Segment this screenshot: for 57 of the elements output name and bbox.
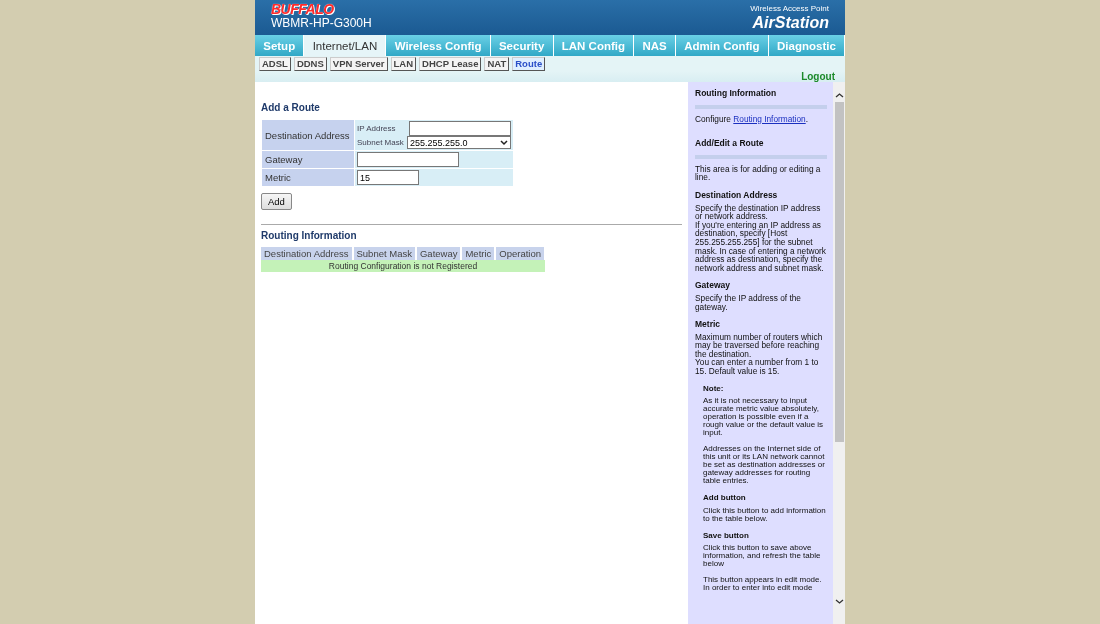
ip-input-field[interactable] — [409, 121, 511, 136]
column-header: Metric — [461, 247, 496, 260]
help-heading: Destination Address — [695, 190, 779, 200]
sub-tab[interactable]: ADSL — [259, 57, 291, 71]
column-header: Destination Address — [261, 247, 353, 260]
add-button[interactable]: Add — [261, 193, 292, 210]
nav-tab[interactable]: Internet/LAN — [304, 35, 387, 56]
sub-tab[interactable]: LAN — [390, 57, 417, 71]
help-text: You can enter a number from 1 to 15. Default value is 15. — [695, 358, 820, 376]
label-cell: Gateway — [262, 151, 354, 168]
section-title: Add a Route — [261, 102, 321, 113]
model-name: WBMR-HP-G300H — [271, 16, 372, 31]
help-text: Specify the destination IP address or network address. — [695, 203, 822, 221]
label-cell: Metric — [262, 169, 354, 186]
sub-tab[interactable]: DHCP Lease — [419, 57, 482, 71]
help-text: Maximum number of routers which may be traversed before reaching the destination. — [695, 332, 824, 359]
help-heading: Gateway — [695, 281, 731, 290]
help-text: If you're entering an IP address as destination, specify [Host 255.255.255.255] for the subnet mask. In case of entering a network address as destination, specify the network address and subnet mask. — [695, 220, 827, 273]
brand-logo: BUFFALO — [271, 2, 334, 16]
help-subheading: Save button — [703, 531, 750, 541]
help-text: Specify the IP address of the gateway. — [695, 293, 802, 312]
product-caption: Wireless Access Point — [750, 4, 829, 14]
column-header: Operation — [495, 247, 546, 260]
sub-tab[interactable]: Route — [512, 57, 546, 71]
chevron-icon — [500, 139, 508, 146]
column-header: Subnet Mask — [352, 247, 416, 260]
help-section-title: Add/Edit a Route — [695, 139, 827, 159]
sub-tab[interactable]: VPN Server — [329, 57, 388, 71]
help-subheading: Note: — [703, 384, 725, 394]
product-name: AirStation — [752, 14, 829, 32]
empty-message: Routing Configuration is not Registered — [261, 260, 546, 272]
sub-tab[interactable]: DDNS — [293, 57, 327, 71]
logout-link[interactable]: Logout — [801, 71, 835, 82]
help-text: Configure Routing Information. — [695, 113, 808, 124]
sub-tab[interactable]: NAT — [484, 57, 510, 71]
scroll-down-icon[interactable] — [834, 597, 844, 606]
help-subheading: Add button — [703, 494, 747, 503]
section-title: Routing Information — [261, 230, 358, 241]
subnet-mask-select[interactable]: 255.255.255.0 — [407, 136, 511, 149]
help-note: Click this button to add information to the table below. — [703, 506, 827, 523]
scroll-thumb[interactable] — [834, 102, 844, 442]
help-note: As it is not necessary to input accurate metric value absolutely, operation is possible even if a rough value or the default value is input. — [703, 397, 825, 438]
scroll-up-icon[interactable] — [834, 91, 844, 100]
help-note: This button appears in edit mode. In order to enter into edit mode — [703, 576, 823, 593]
help-note: Addresses on the Internet side of this unit or its LAN network cannot be set as destination addresses or gateway addresses for routing table entries. — [703, 445, 826, 486]
column-header: Gateway — [415, 247, 462, 260]
help-note: Click this button to save above information, and refresh the table below — [703, 544, 822, 569]
help-link[interactable]: Routing Information — [733, 113, 806, 124]
help-section-title: Routing Information — [695, 89, 827, 109]
help-heading: Metric — [695, 320, 722, 329]
gateway-input-field[interactable] — [357, 152, 459, 167]
mask-label: Subnet Mask — [357, 138, 404, 147]
label-cell: Destination Address — [262, 120, 354, 150]
ip-label: IP Address — [357, 124, 396, 133]
scrollbar[interactable] — [833, 82, 845, 624]
help-text: This area is for adding or editing a line. — [695, 164, 822, 182]
metric-input-field[interactable]: 15 — [357, 170, 419, 185]
